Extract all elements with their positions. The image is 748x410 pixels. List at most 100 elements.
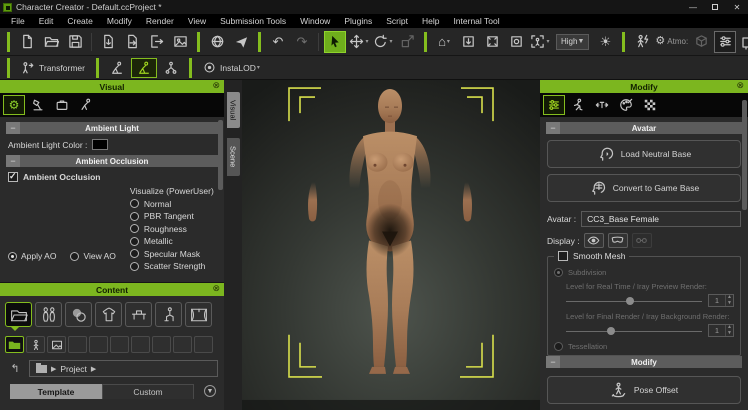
visual-panel-close-icon[interactable]: ⊗ [212, 80, 220, 91]
category-animation-tile[interactable] [155, 302, 182, 327]
menu-internal-tool[interactable]: Internal Tool [446, 16, 506, 26]
quality-dropdown[interactable]: High▼ [556, 34, 589, 50]
modify-pose-tab[interactable] [567, 95, 589, 115]
atmosphere-button[interactable]: ⚙Atmo: [655, 31, 688, 53]
viewport-3d[interactable] [242, 80, 540, 410]
category-stage-tile[interactable] [185, 302, 212, 327]
3d-scene-button[interactable] [690, 31, 712, 53]
menu-create[interactable]: Create [60, 16, 100, 26]
edit-pose-button[interactable] [105, 58, 129, 78]
category-material-tile[interactable] [65, 302, 92, 327]
menu-plugins[interactable]: Plugins [337, 16, 379, 26]
modify-texture-tab[interactable] [639, 95, 661, 115]
modify-appearance-tab[interactable] [615, 95, 637, 115]
subcategory-folder-tile[interactable] [5, 336, 24, 353]
ambient-light-section-bar[interactable]: − Ambient Light [6, 122, 218, 134]
maximize-button[interactable] [704, 0, 726, 14]
visual-settings-tab[interactable]: ⚙ [3, 95, 25, 115]
visualize-metallic-radio[interactable] [130, 237, 139, 246]
visualize-normal-radio[interactable] [130, 199, 139, 208]
close-button[interactable]: ✕ [726, 0, 748, 14]
new-project-button[interactable] [16, 31, 38, 53]
menu-script[interactable]: Script [379, 16, 415, 26]
modify-morph-tab[interactable] [591, 95, 613, 115]
edit-mesh-button[interactable] [131, 58, 157, 78]
ambient-light-color-swatch[interactable] [92, 139, 108, 150]
subcategory-avatar-tile[interactable] [26, 336, 45, 353]
visualize-roughness-radio[interactable] [130, 224, 139, 233]
ibl-button[interactable] [631, 31, 653, 53]
side-tab-visual[interactable]: Visual [227, 92, 240, 128]
scale-tool-button[interactable] [396, 31, 418, 53]
slider-thumb[interactable] [607, 327, 615, 335]
undo-button[interactable]: ↶ [267, 31, 289, 53]
open-project-button[interactable] [40, 31, 62, 53]
ambient-occlusion-section-bar[interactable]: − Ambient Occlusion [6, 155, 218, 167]
modify-section-bar[interactable]: − Modify [546, 356, 742, 368]
final-level-slider[interactable] [566, 326, 702, 336]
menu-submission-tools[interactable]: Submission Tools [213, 16, 293, 26]
home-view-button[interactable]: ⌂▾ [433, 31, 455, 53]
display-extra-button[interactable] [632, 233, 652, 248]
import-button[interactable] [97, 31, 119, 53]
category-accessory-tile[interactable] [125, 302, 152, 327]
instalod-button[interactable]: InstaLOD ▾ [198, 58, 265, 78]
menu-edit[interactable]: Edit [32, 16, 61, 26]
visualize-specular-mask-radio[interactable] [130, 249, 139, 258]
zoom-selected-button[interactable] [505, 31, 527, 53]
menu-file[interactable]: File [4, 16, 32, 26]
light-tab[interactable] [27, 95, 49, 115]
menu-render[interactable]: Render [139, 16, 181, 26]
view-ao-radio[interactable] [70, 252, 79, 261]
preferences-button[interactable] [714, 31, 736, 53]
realtime-level-spinbox[interactable]: 1 ▲▼ [708, 294, 734, 307]
expand-view-button[interactable] [481, 31, 503, 53]
visualize-pbr-tangent-radio[interactable] [130, 212, 139, 221]
convert-to-game-base-button[interactable]: Convert to Game Base [547, 174, 741, 202]
visual-panel-scrollbar[interactable] [218, 120, 223, 190]
breadcrumb-project[interactable]: Project [60, 364, 86, 374]
spin-arrows-icon[interactable]: ▲▼ [725, 295, 733, 306]
transformer-button[interactable]: Transformer [16, 58, 90, 78]
camera-tab[interactable] [51, 95, 73, 115]
redo-button[interactable]: ↷ [291, 31, 313, 53]
send-to-button[interactable] [230, 31, 252, 53]
menu-window[interactable]: Window [293, 16, 337, 26]
tessellation-radio[interactable] [554, 342, 563, 351]
avatar-section-bar[interactable]: − Avatar [546, 122, 742, 134]
tab-custom[interactable]: Custom [102, 384, 194, 399]
menu-modify[interactable]: Modify [100, 16, 139, 26]
category-cloth-tile[interactable] [95, 302, 122, 327]
subcategory-image-tile[interactable] [47, 336, 66, 353]
light-settings-button[interactable]: ☀ [594, 31, 616, 53]
category-actor-tile[interactable] [35, 302, 62, 327]
export-document-button[interactable] [121, 31, 143, 53]
tab-template[interactable]: Template [10, 384, 102, 399]
skeleton-hierarchy-button[interactable] [159, 58, 183, 78]
expand-tabs-button[interactable]: ▼ [204, 385, 216, 397]
spin-arrows-icon[interactable]: ▲▼ [725, 325, 733, 336]
fit-view-button[interactable] [457, 31, 479, 53]
visualize-scatter-strength-radio[interactable] [130, 262, 139, 271]
select-tool-button[interactable] [324, 31, 346, 53]
render-button[interactable] [738, 31, 748, 53]
display-mask-button[interactable] [608, 233, 628, 248]
menu-view[interactable]: View [181, 16, 213, 26]
avatar-name-field[interactable]: CC3_Base Female [581, 211, 741, 227]
content-panel-close-icon[interactable]: ⊗ [212, 283, 220, 294]
final-level-spinbox[interactable]: 1 ▲▼ [708, 324, 734, 337]
subdivision-radio[interactable] [554, 268, 563, 277]
back-button[interactable]: ↰ [6, 361, 24, 376]
minimize-button[interactable]: — [682, 0, 704, 14]
modify-panel-close-icon[interactable]: ⊗ [736, 80, 744, 91]
modify-attributes-tab[interactable] [543, 95, 565, 115]
display-eye-button[interactable] [584, 233, 604, 248]
category-template-tile[interactable] [5, 302, 32, 327]
media-export-button[interactable] [169, 31, 191, 53]
frame-all-button[interactable]: ▾ [529, 31, 551, 53]
menu-help[interactable]: Help [415, 16, 446, 26]
smooth-mesh-checkbox[interactable] [558, 251, 568, 261]
ambient-occlusion-checkbox[interactable] [8, 172, 18, 182]
side-tab-scene[interactable]: Scene [227, 138, 240, 175]
export-button[interactable] [145, 31, 167, 53]
